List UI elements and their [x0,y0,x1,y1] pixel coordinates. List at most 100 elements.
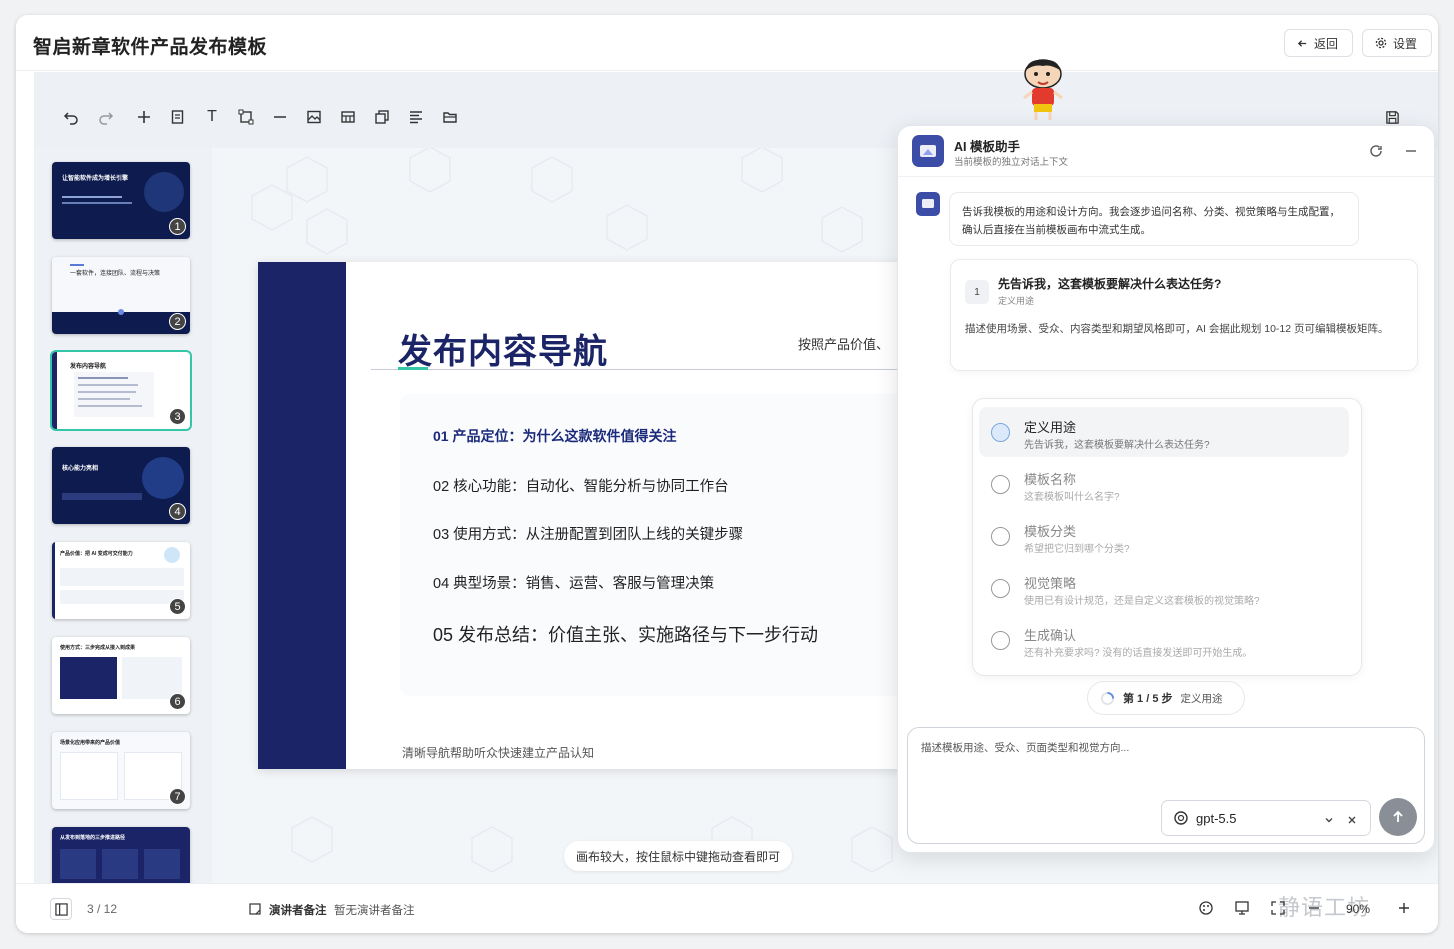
thumbnail-number: 1 [169,218,186,235]
thumbnail-title: 产品价值：把 AI 变成可交付能力 [60,551,133,557]
save-icon[interactable] [1382,107,1402,127]
shape-icon[interactable] [236,107,256,127]
slide-thumbnail-4[interactable]: 核心能力亮相 4 [52,447,190,524]
slide-thumbnail-5[interactable]: 产品价值：把 AI 变成可交付能力 5 [52,542,190,619]
slide-sidebar-band [258,262,346,769]
toggle-thumbnails-icon[interactable] [50,898,72,920]
present-icon[interactable] [1234,900,1250,916]
back-button[interactable]: 返回 [1284,29,1353,57]
folder-icon[interactable] [440,107,460,127]
settings-button[interactable]: 设置 [1362,29,1432,57]
thumbnail-number: 6 [169,693,186,710]
clear-icon[interactable] [1346,813,1358,831]
question-title: 先告诉我，这套模板要解决什么表达任务? [998,277,1222,291]
zoom-out-icon[interactable] [1306,900,1322,916]
assistant-logo-icon [912,135,944,167]
step-template-name[interactable]: 模板名称 这套模板叫什么名字? [979,459,1349,509]
thumbnail-number: 2 [169,313,186,330]
slide-thumbnail-7[interactable]: 场景化应用带来的产品价值 7 [52,732,190,809]
minimize-icon[interactable] [1403,143,1419,159]
notes-label[interactable]: 演讲者备注 [269,902,327,918]
line-icon[interactable] [270,107,290,127]
table-icon[interactable] [338,107,358,127]
slide-thumbnail-3[interactable]: 发布内容导航 3 [52,352,190,429]
chevron-down-icon[interactable] [1323,813,1335,831]
question-card: 1 先告诉我，这套模板要解决什么表达任务? 定义用途 描述使用场景、受众、内容类… [950,259,1418,371]
fullscreen-icon[interactable] [1270,900,1286,916]
step-visual-strategy[interactable]: 视觉策略 使用已有设计规范，还是自定义这套模板的视觉策略? [979,563,1349,613]
step-title: 视觉策略 [1024,576,1077,591]
arrow-up-icon [1390,809,1406,825]
copy-icon[interactable] [372,107,392,127]
step-title: 模板分类 [1024,524,1077,539]
zoom-in-icon[interactable] [1396,900,1412,916]
progress-current: 定义用途 [1180,692,1223,705]
slide-thumbnail-1[interactable]: 让智能软件成为增长引擎 1 [52,162,190,239]
status-bar: 3 / 12 演讲者备注 暂无演讲者备注 静语工坊 90% [16,883,1438,933]
thumbnail-number: 7 [169,788,186,805]
arrow-left-icon [1297,38,1308,49]
openai-icon [1173,810,1189,826]
zoom-level[interactable]: 90% [1346,902,1370,916]
step-subtitle: 使用已有设计规范，还是自定义这套模板的视觉策略? [1024,596,1260,607]
radio [991,527,1010,546]
agenda-item-2: 02 核心功能：自动化、智能分析与协同工作台 [433,479,729,495]
agenda-item-3: 03 使用方式：从注册配置到团队上线的关键步骤 [433,527,744,543]
question-tag: 定义用途 [998,296,1035,306]
step-subtitle: 还有补充要求吗? 没有的话直接发送即可开始生成。 [1024,648,1253,659]
step-subtitle: 这套模板叫什么名字? [1024,492,1120,503]
ai-assistant-panel: AI 模板助手 当前模板的独立对话上下文 告诉我模板的用途和设计方向。我会逐步追… [897,125,1435,853]
model-name: gpt-5.5 [1196,810,1237,826]
refresh-icon[interactable] [1368,143,1384,159]
step-template-category[interactable]: 模板分类 希望把它归到哪个分类? [979,511,1349,561]
assistant-message: 告诉我模板的用途和设计方向。我会逐步追问名称、分类、视觉策略与生成配置，确认后直… [949,192,1359,246]
palette-icon[interactable] [1198,900,1214,916]
step-subtitle: 先告诉我，这套模板要解决什么表达任务? [1024,440,1210,451]
gear-icon [1375,37,1387,49]
progress-spinner-icon [1100,691,1115,706]
thumbnail-number: 5 [169,598,186,615]
slide-thumbnail-6[interactable]: 使用方式：三步完成从接入到成果 6 [52,637,190,714]
undo-icon[interactable] [61,107,81,127]
slide-thumbnail-2[interactable]: 一套软件，连接团队、流程与决策 2 [52,257,190,334]
step-define-purpose[interactable]: 定义用途 先告诉我，这套模板要解决什么表达任务? [979,407,1349,457]
thumbnail-title: 从发布到落地的三步推进路径 [60,835,126,841]
notes-value: 暂无演讲者备注 [334,905,415,917]
settings-label: 设置 [1393,36,1418,51]
step-progress: 第 1 / 5 步 定义用途 [1087,681,1245,715]
align-icon[interactable] [406,107,426,127]
app-window: 智启新章软件产品发布模板 返回 设置 T 让智能软件成为增长引擎 1 一套软件，… [16,15,1438,933]
add-icon[interactable] [134,107,154,127]
model-select[interactable]: gpt-5.5 [1161,800,1371,836]
text-icon[interactable]: T [202,107,222,127]
thumbnail-title: 场景化应用带来的产品价值 [60,740,121,746]
redo-icon[interactable] [96,107,116,127]
back-label: 返回 [1314,36,1339,51]
step-title: 定义用途 [1024,420,1077,435]
slide-footer: 清晰导航帮助听众快速建立产品认知 [402,746,595,760]
thumbnail-number: 3 [169,408,186,425]
notes-icon [249,902,261,915]
current-slide[interactable]: 发布内容导航 按照产品价值、 01 产品定位：为什么这款软件值得关注 02 核心… [258,262,958,769]
radio [991,579,1010,598]
step-title: 模板名称 [1024,472,1077,487]
assistant-title: AI 模板助手 [954,140,1020,154]
image-icon[interactable] [304,107,324,127]
thumbnail-number: 4 [169,503,186,520]
prompt-input[interactable]: 描述模板用途、受众、页面类型和视觉方向... gpt-5.5 [907,727,1425,844]
title-accent [398,367,428,370]
thumbnail-title: 一套软件，连接团队、流程与决策 [70,271,161,277]
assistant-avatar-icon [916,192,940,216]
step-list: 定义用途 先告诉我，这套模板要解决什么表达任务? 模板名称 这套模板叫什么名字?… [972,398,1362,676]
send-button[interactable] [1379,798,1417,836]
agenda-item-1: 01 产品定位：为什么这款软件值得关注 [433,428,677,444]
question-number: 1 [965,280,989,304]
agenda-item-4: 04 典型场景：销售、运营、客服与管理决策 [433,576,715,592]
slide-thumbnail-8[interactable]: 从发布到落地的三步推进路径 [52,827,190,884]
title-divider [371,369,958,370]
assistant-subtitle: 当前模板的独立对话上下文 [954,157,1069,168]
step-subtitle: 希望把它归到哪个分类? [1024,544,1130,555]
step-generate-confirm[interactable]: 生成确认 还有补充要求吗? 没有的话直接发送即可开始生成。 [979,615,1349,665]
step-title: 生成确认 [1024,628,1077,643]
page-icon[interactable] [168,107,188,127]
